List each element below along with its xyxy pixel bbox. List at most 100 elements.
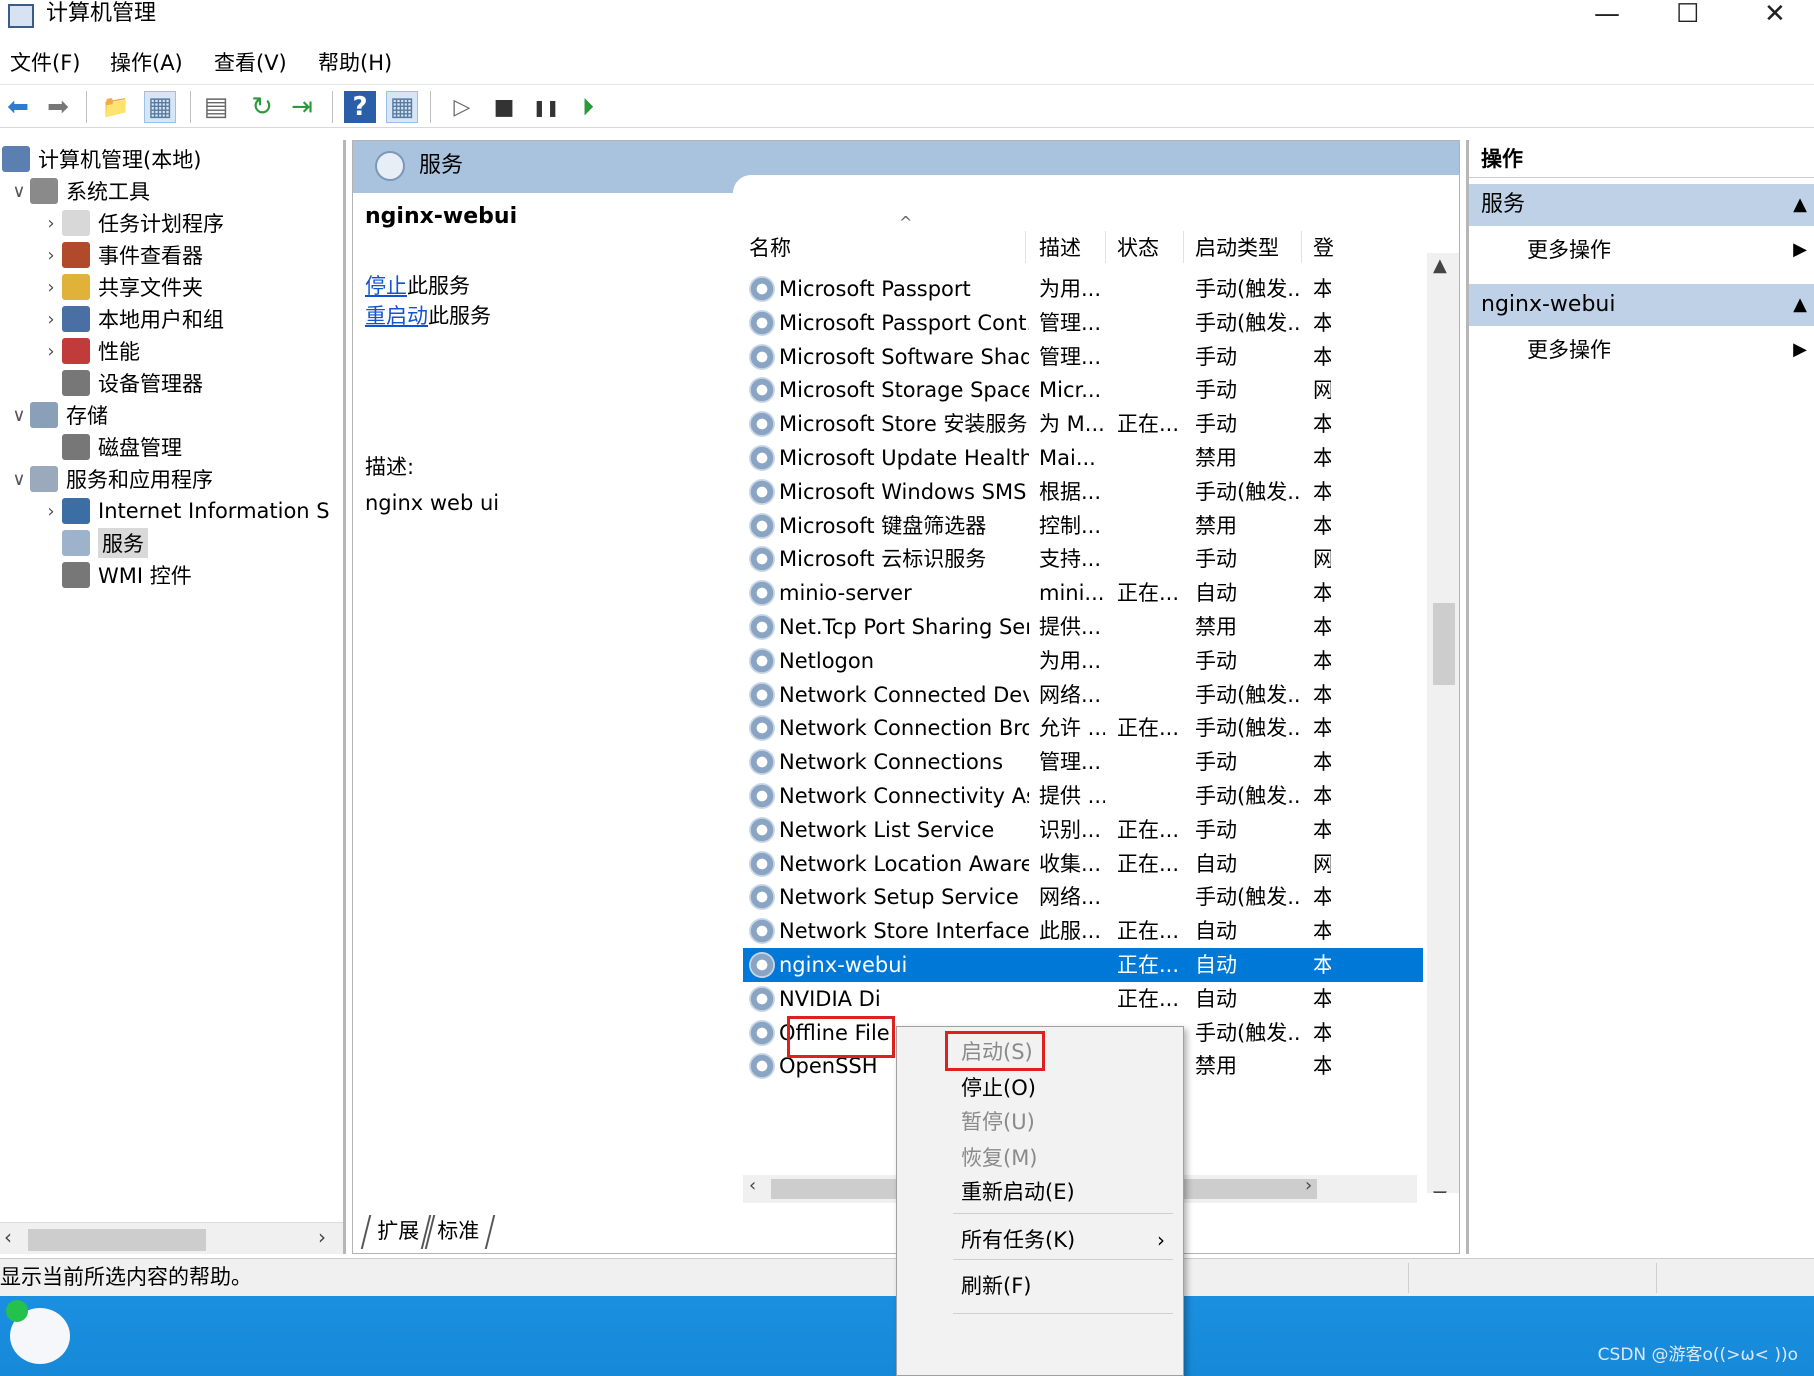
- back-arrow-icon[interactable]: ⬅: [2, 91, 34, 123]
- context-menu-item[interactable]: 恢复(M): [961, 1141, 1038, 1175]
- service-row[interactable]: minio-server mini... 正在... 自动 本: [743, 576, 1423, 610]
- service-row[interactable]: Microsoft Passport Cont... 管理... 手动(触发... 本: [743, 306, 1423, 340]
- tree-item-0[interactable]: 计算机管理(本地): [0, 142, 201, 176]
- tree-item-11[interactable]: › Internet Information S: [40, 494, 330, 528]
- menu-view[interactable]: 查看(V): [214, 46, 287, 80]
- scroll-left-icon[interactable]: ‹: [749, 1175, 756, 1196]
- collapsed-chevron-icon[interactable]: ›: [40, 245, 62, 266]
- service-row[interactable]: Microsoft Windows SMS ... 根据... 手动(触发... 本: [743, 475, 1423, 509]
- collapse-icon[interactable]: ▲: [1793, 184, 1807, 226]
- service-row[interactable]: Microsoft 键盘筛选器 控制... 禁用 本: [743, 509, 1423, 543]
- service-row[interactable]: Net.Tcp Port Sharing Ser... 提供... 禁用 本: [743, 610, 1423, 644]
- pause-service-icon[interactable]: ❚❚: [530, 91, 562, 123]
- close-button[interactable]: ✕: [1764, 0, 1786, 28]
- scroll-right-icon[interactable]: ›: [1305, 1175, 1312, 1196]
- collapsed-chevron-icon[interactable]: ›: [40, 277, 62, 298]
- expanded-chevron-icon[interactable]: ∨: [8, 181, 30, 202]
- collapsed-chevron-icon[interactable]: ›: [40, 309, 62, 330]
- expanded-chevron-icon[interactable]: ∨: [8, 469, 30, 490]
- forward-arrow-icon[interactable]: ➡: [42, 91, 74, 123]
- scroll-left-icon[interactable]: ‹: [4, 1225, 12, 1249]
- scroll-right-icon[interactable]: ›: [318, 1225, 326, 1249]
- service-logon-cell: 本: [1313, 648, 1331, 673]
- up-folder-icon[interactable]: 📁: [100, 91, 132, 123]
- menu-action[interactable]: 操作(A): [110, 46, 183, 80]
- tree-item-5[interactable]: › 本地用户和组: [40, 302, 224, 336]
- tree-item-2[interactable]: › 任务计划程序: [40, 206, 224, 240]
- tree-item-9[interactable]: 磁盘管理: [40, 430, 182, 464]
- show-action-pane-icon[interactable]: ▦: [386, 91, 418, 123]
- service-row[interactable]: Network Setup Service 网络... 手动(触发... 本: [743, 880, 1423, 914]
- properties-icon[interactable]: ▤: [200, 91, 232, 123]
- tree-horizontal-scrollbar[interactable]: ‹ ›: [0, 1222, 343, 1254]
- more-actions-services[interactable]: 更多操作 ▶: [1469, 230, 1814, 270]
- tab-standard[interactable]: 标准: [420, 1215, 496, 1249]
- show-hide-tree-icon[interactable]: ▦: [144, 91, 176, 123]
- service-row[interactable]: Network Connections 管理... 手动 本: [743, 745, 1423, 779]
- actions-section-nginx-webui[interactable]: nginx-webui ▲: [1469, 284, 1814, 326]
- context-menu-item[interactable]: 所有任务(K): [961, 1223, 1075, 1257]
- service-row[interactable]: Network Connected Devi... 网络... 手动(触发... 本: [743, 678, 1423, 712]
- collapsed-chevron-icon[interactable]: ›: [40, 213, 62, 234]
- service-row[interactable]: NVIDIA Di 正在... 自动 本: [743, 982, 1423, 1016]
- actions-section-services[interactable]: 服务 ▲: [1469, 184, 1814, 226]
- maximize-button[interactable]: ☐: [1676, 0, 1699, 28]
- stop-service-icon[interactable]: ■: [488, 91, 520, 123]
- wechat-icon[interactable]: [6, 1300, 70, 1364]
- column-startup-type[interactable]: 启动类型: [1195, 233, 1279, 263]
- service-row[interactable]: Network List Service 识别... 正在... 手动 本: [743, 813, 1423, 847]
- service-row[interactable]: Network Store Interface ... 此服... 正在... 自动 本: [743, 914, 1423, 948]
- refresh-icon[interactable]: ↻: [246, 91, 278, 123]
- collapsed-chevron-icon[interactable]: ›: [40, 341, 62, 362]
- tree-item-1[interactable]: ∨ 系统工具: [8, 174, 150, 208]
- service-row[interactable]: nginx-webui 正在... 自动 本: [743, 948, 1423, 982]
- service-row[interactable]: Microsoft Update Health... Mai... 禁用 本: [743, 441, 1423, 475]
- resume-service-icon[interactable]: ⏵: [572, 91, 604, 123]
- tree-node-icon: [2, 146, 30, 172]
- context-menu-item[interactable]: 暂停(U): [961, 1105, 1035, 1139]
- service-row[interactable]: Microsoft 云标识服务 支持... 手动 网: [743, 542, 1423, 576]
- tree-item-4[interactable]: › 共享文件夹: [40, 270, 203, 304]
- context-menu-item[interactable]: 重新启动(E): [961, 1175, 1075, 1209]
- help-icon[interactable]: ?: [344, 91, 376, 123]
- export-list-icon[interactable]: ⇥: [286, 91, 318, 123]
- service-row[interactable]: Microsoft Store 安装服务为 M... 正在... 手动 本: [743, 407, 1423, 441]
- list-vertical-scrollbar[interactable]: ▲ ▼: [1427, 253, 1459, 1193]
- service-row[interactable]: Netlogon 为用... 手动 本: [743, 644, 1423, 678]
- service-row[interactable]: Microsoft Passport 为用... 手动(触发... 本: [743, 272, 1423, 306]
- scroll-up-icon[interactable]: ▲: [1433, 255, 1447, 276]
- context-menu-item[interactable]: 刷新(F): [961, 1269, 1031, 1303]
- tree-item-6[interactable]: › 性能: [40, 334, 140, 368]
- service-startup-cell: 手动(触发...: [1195, 310, 1301, 335]
- tree-item-8[interactable]: ∨ 存储: [8, 398, 108, 432]
- restart-service-link[interactable]: 重启动: [365, 304, 428, 328]
- service-row[interactable]: Network Connectivity Ass... 提供 ... 手动(触发..…: [743, 779, 1423, 813]
- column-name[interactable]: 名称: [749, 233, 791, 263]
- service-row[interactable]: Microsoft Software Shad... 管理... 手动 本: [743, 340, 1423, 374]
- service-row[interactable]: Network Connection Bro... 允许 ... 正在... 手动(触…: [743, 711, 1423, 745]
- scroll-thumb[interactable]: [1433, 603, 1455, 685]
- tree-item-13[interactable]: WMI 控件: [40, 558, 192, 592]
- tree-item-3[interactable]: › 事件查看器: [40, 238, 203, 272]
- menu-file[interactable]: 文件(F): [10, 46, 80, 80]
- service-status-cell: 正在...: [1117, 851, 1180, 876]
- tree-item-12[interactable]: 服务: [40, 526, 148, 560]
- stop-service-link[interactable]: 停止: [365, 274, 407, 298]
- context-menu-item[interactable]: 停止(O): [961, 1071, 1036, 1105]
- scroll-thumb[interactable]: [28, 1229, 206, 1251]
- service-row[interactable]: Network Location Aware... 收集... 正在... 自动 网: [743, 847, 1423, 881]
- column-status[interactable]: 状态: [1117, 233, 1159, 263]
- column-logon[interactable]: 登: [1313, 233, 1333, 263]
- start-service-icon[interactable]: ▷: [446, 91, 478, 123]
- tree-item-10[interactable]: ∨ 服务和应用程序: [8, 462, 213, 496]
- column-description[interactable]: 描述: [1039, 233, 1081, 263]
- tree-item-7[interactable]: 设备管理器: [40, 366, 203, 400]
- collapse-icon[interactable]: ▲: [1793, 284, 1807, 326]
- more-actions-nginx-webui[interactable]: 更多操作 ▶: [1469, 330, 1814, 370]
- expanded-chevron-icon[interactable]: ∨: [8, 405, 30, 426]
- minimize-button[interactable]: —: [1594, 0, 1620, 28]
- scroll-down-icon[interactable]: ▼: [1433, 1187, 1447, 1193]
- menu-help[interactable]: 帮助(H): [318, 46, 392, 80]
- service-row[interactable]: Microsoft Storage Space... Micr... 手动 网: [743, 373, 1423, 407]
- collapsed-chevron-icon[interactable]: ›: [40, 501, 62, 522]
